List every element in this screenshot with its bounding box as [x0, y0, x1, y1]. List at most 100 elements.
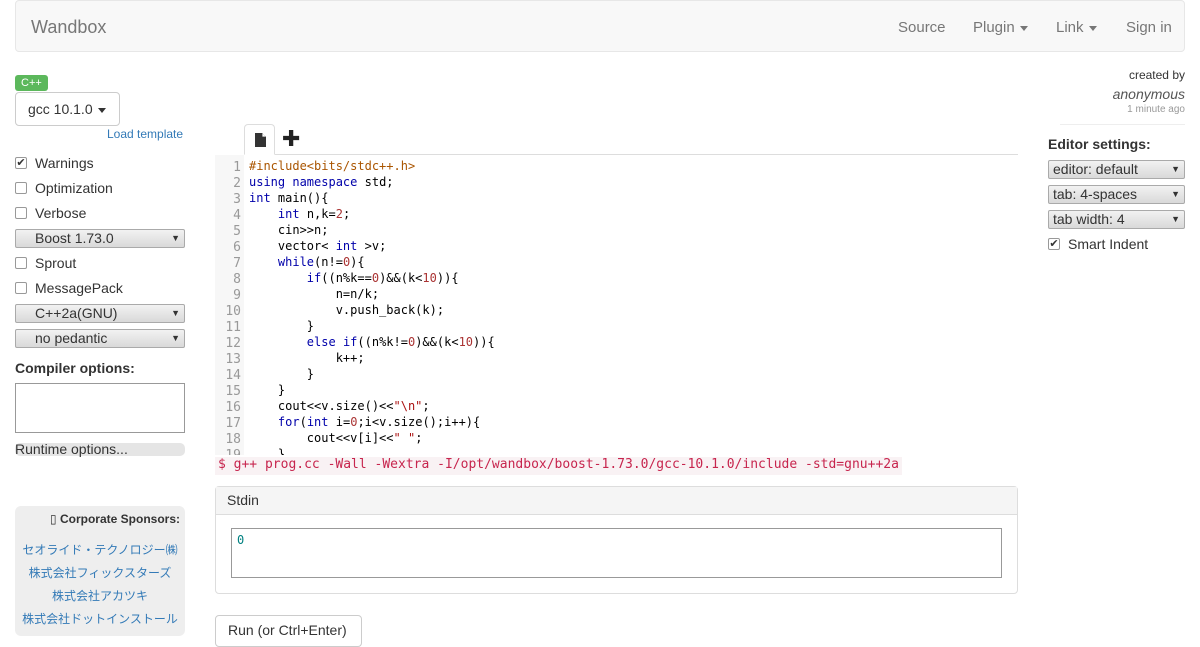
code-line: k++;: [249, 351, 365, 365]
created-by-label: created by: [1128, 68, 1185, 82]
building-icon: ▯: [50, 512, 57, 526]
divider: [1060, 124, 1185, 125]
nav-plugin-dropdown[interactable]: Plugin: [973, 19, 1028, 36]
author-name: anonymous: [1112, 86, 1185, 102]
stdin-panel: Stdin 0: [215, 486, 1018, 594]
line-number: 7: [233, 256, 241, 271]
code-line: }: [249, 319, 315, 333]
line-number-gutter: 1 2 3 4 5 6 7 8 9 10 11 12 13 14 15 16 1…: [215, 155, 244, 455]
nav-signin-link[interactable]: Sign in: [1126, 19, 1172, 36]
editor-mode-select[interactable]: editor: default ▼: [1048, 160, 1185, 179]
load-template-link[interactable]: Load template: [107, 127, 183, 141]
nav-link-dropdown[interactable]: Link: [1056, 19, 1097, 36]
compiler-label: gcc 10.1.0: [28, 101, 93, 117]
dropdown-arrow-icon: ▼: [171, 308, 180, 318]
sponsor-link[interactable]: 株式会社アカツキ: [15, 587, 185, 604]
warnings-label: Warnings: [35, 155, 94, 171]
runtime-options-toggle[interactable]: Runtime options...: [15, 442, 185, 456]
nav-link-label: Link: [1056, 19, 1084, 36]
verbose-checkbox[interactable]: [15, 207, 27, 219]
dropdown-arrow-icon: ▼: [1171, 164, 1180, 174]
code-line: if((n%k==0)&&(k<10)){: [306, 271, 459, 285]
stdin-textarea[interactable]: 0: [231, 528, 1002, 578]
run-button[interactable]: Run (or Ctrl+Enter): [215, 615, 362, 647]
code-line: else if((n%k!=0)&&(k<10)){: [306, 335, 495, 349]
line-number: 8: [233, 272, 241, 287]
dropdown-arrow-icon: ▼: [171, 233, 180, 243]
optimization-label: Optimization: [35, 180, 113, 196]
tab-type-value: tab: 4-spaces: [1053, 186, 1138, 202]
optimization-checkbox[interactable]: [15, 182, 27, 194]
line-number: 16: [225, 400, 241, 415]
sponsor-link[interactable]: セオライド・テクノロジー㈱: [15, 541, 185, 558]
tab-width-value: tab width: 4: [1053, 211, 1125, 227]
brand-logo[interactable]: Wandbox: [31, 17, 106, 38]
line-number: 17: [225, 416, 241, 431]
line-number: 5: [233, 224, 241, 239]
top-navbar: Wandbox Source Plugin Link Sign in: [15, 0, 1185, 52]
code-line: n=n/k;: [249, 287, 380, 301]
dropdown-arrow-icon: ▼: [171, 333, 180, 343]
code-line: vector< int >v;: [249, 239, 387, 253]
smart-indent-checkbox[interactable]: ✔: [1048, 238, 1060, 250]
messagepack-label: MessagePack: [35, 280, 123, 296]
nav-plugin-label: Plugin: [973, 19, 1015, 36]
code-line: cout<<v[i]<<" ";: [249, 431, 423, 445]
boost-version-value: Boost 1.73.0: [35, 230, 114, 246]
code-line: cout<<v.size()<<"\n";: [249, 399, 430, 413]
smart-indent-label: Smart Indent: [1068, 236, 1149, 252]
messagepack-checkbox[interactable]: [15, 282, 27, 294]
line-number: 18: [225, 432, 241, 447]
compiler-select-button[interactable]: gcc 10.1.0: [15, 92, 120, 126]
add-file-icon[interactable]: ✚: [282, 125, 300, 153]
line-number: 2: [233, 176, 241, 191]
line-number: 15: [225, 384, 241, 399]
pedantic-value: no pedantic: [35, 330, 108, 346]
tab-width-select[interactable]: tab width: 4 ▼: [1048, 210, 1185, 229]
sponsors-title: ▯ Corporate Sponsors:: [50, 512, 180, 526]
warnings-checkbox[interactable]: ✔: [15, 157, 27, 169]
verbose-label: Verbose: [35, 205, 87, 221]
chevron-down-icon: [1088, 25, 1097, 31]
line-number: 4: [233, 208, 241, 223]
sprout-checkbox[interactable]: [15, 257, 27, 269]
compiler-options-textarea[interactable]: [15, 383, 185, 433]
compiler-options-title: Compiler options:: [15, 360, 135, 376]
line-number: 3: [233, 192, 241, 207]
stdin-title[interactable]: Stdin: [216, 487, 1017, 515]
code-line: }: [249, 367, 315, 381]
line-number: 11: [225, 320, 241, 335]
corporate-sponsors-panel: ▯ Corporate Sponsors: セオライド・テクノロジー㈱ 株式会社…: [15, 506, 185, 636]
pedantic-select[interactable]: no pedantic ▼: [15, 329, 185, 348]
tab-type-select[interactable]: tab: 4-spaces ▼: [1048, 185, 1185, 204]
editor-tabs: ✚: [244, 124, 1018, 155]
code-line: int main(){: [249, 191, 329, 205]
chevron-down-icon: [97, 107, 106, 113]
sponsor-link[interactable]: 株式会社フィックスターズ: [15, 564, 185, 581]
line-number: 14: [225, 368, 241, 383]
code-line: }: [249, 383, 286, 397]
nav-source-link[interactable]: Source: [898, 19, 946, 36]
sponsor-link[interactable]: 株式会社ドットインストール: [15, 610, 185, 627]
line-number: 1: [233, 160, 241, 175]
created-time: 1 minute ago: [1127, 104, 1185, 115]
line-number: 9: [233, 288, 241, 303]
std-version-select[interactable]: C++2a(GNU) ▼: [15, 304, 185, 323]
sponsors-title-text: Corporate Sponsors:: [59, 512, 180, 526]
dropdown-arrow-icon: ▼: [1171, 189, 1180, 199]
code-line: v.push_back(k);: [249, 303, 445, 317]
line-number: 13: [225, 352, 241, 367]
line-number: 12: [225, 336, 241, 351]
dropdown-arrow-icon: ▼: [1171, 214, 1180, 224]
language-badge: C++: [15, 75, 48, 91]
code-line: #include<bits/stdc++.h>: [249, 159, 416, 173]
code-editor[interactable]: 1 2 3 4 5 6 7 8 9 10 11 12 13 14 15 16 1…: [215, 155, 1018, 455]
tab-main-file[interactable]: [244, 124, 275, 155]
editor-settings-title: Editor settings:: [1048, 136, 1151, 152]
std-version-value: C++2a(GNU): [35, 305, 118, 321]
line-number: 19: [215, 448, 241, 455]
editor-mode-value: editor: default: [1053, 161, 1138, 177]
code-line: for(int i=0;i<v.size();i++){: [277, 415, 481, 429]
boost-version-select[interactable]: Boost 1.73.0 ▼: [15, 229, 185, 248]
compile-command-line: $ g++ prog.cc -Wall -Wextra -I/opt/wandb…: [215, 457, 902, 475]
